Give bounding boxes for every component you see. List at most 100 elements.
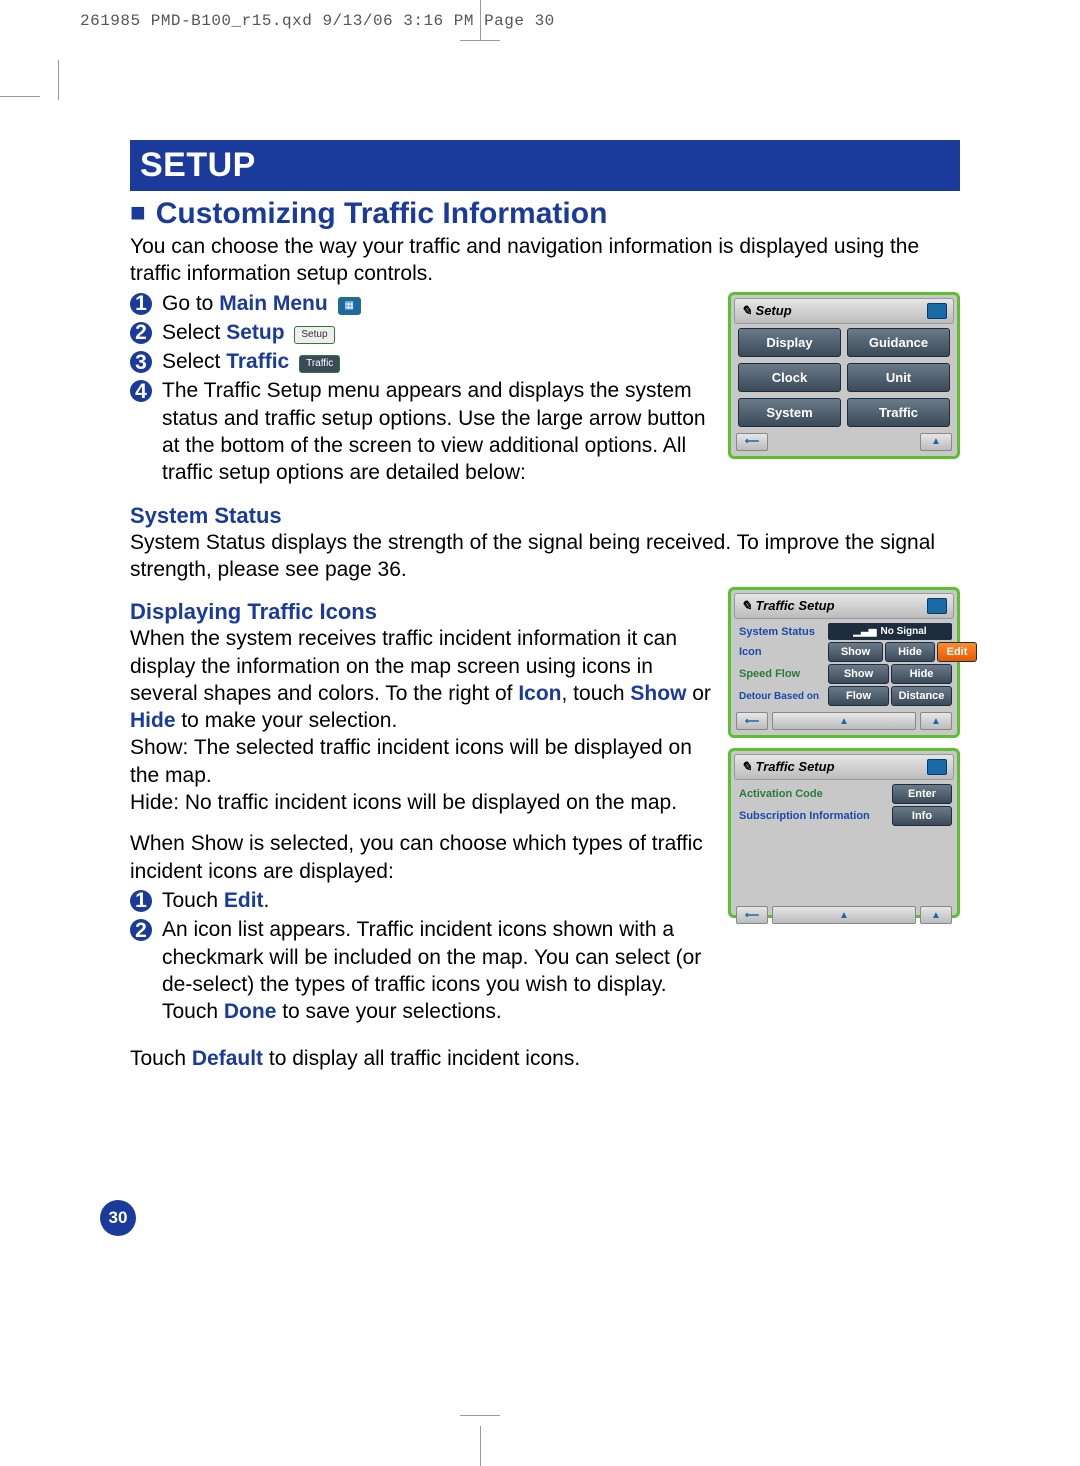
up-arrow-icon[interactable]: ▲	[772, 906, 916, 924]
main-menu-icon: ▦	[338, 297, 361, 315]
back-icon[interactable]: ⟵	[736, 906, 768, 924]
setup-traffic-button[interactable]: Traffic	[847, 398, 950, 427]
menu-icon[interactable]	[927, 303, 947, 319]
show-button[interactable]: Show	[828, 642, 883, 662]
screenshot-setup-menu: ✎ Setup Display Guidance Clock Unit Syst…	[728, 292, 960, 459]
signal-bars-icon: ▁▃▅	[853, 626, 876, 637]
signal-text: No Signal	[880, 626, 926, 637]
step-text: The Traffic Setup menu appears and displ…	[162, 377, 718, 486]
back-icon[interactable]: ⟵	[736, 712, 768, 730]
up-arrow-icon[interactable]: ▲	[920, 433, 952, 451]
text: Touch	[130, 1047, 192, 1070]
label: System Status	[736, 626, 826, 638]
screenshot-footer: ⟵ ▲ ▲	[734, 904, 954, 926]
setup-clock-button[interactable]: Clock	[738, 363, 841, 392]
text: .	[264, 889, 270, 912]
traffic-link: Traffic	[226, 350, 289, 373]
wrench-icon: ✎	[741, 759, 752, 774]
step-number-icon: 1	[130, 890, 152, 912]
text: to display all traffic incident icons.	[263, 1047, 580, 1070]
system-status-paragraph: System Status displays the strength of t…	[130, 529, 960, 584]
hide-button[interactable]: Hide	[885, 642, 935, 662]
screenshot-traffic-setup-1: ✎ Traffic Setup System Status ▁▃▅ No Sign…	[728, 587, 960, 738]
screenshot-column: ✎ Traffic Setup System Status ▁▃▅ No Sign…	[728, 587, 960, 918]
text: Touch	[162, 889, 224, 912]
label: Activation Code	[736, 788, 890, 800]
cropmark	[460, 1415, 500, 1416]
step-text: Go to	[162, 292, 219, 315]
setup-system-button[interactable]: System	[738, 398, 841, 427]
label: Icon	[736, 646, 826, 658]
row-detour: Detour Based on Flow Distance	[736, 686, 952, 706]
screenshot-title: Traffic Setup	[756, 759, 835, 774]
square-bullet-icon: ■	[130, 197, 146, 227]
label: Speed Flow	[736, 668, 826, 680]
cropmark	[0, 96, 40, 97]
step-number-icon: 3	[130, 351, 152, 373]
default-paragraph: Touch Default to display all traffic inc…	[130, 1045, 960, 1072]
label: Subscription Information	[736, 810, 890, 822]
section-banner: SETUP	[130, 140, 960, 191]
up-arrow-icon[interactable]: ▲	[920, 712, 952, 730]
screenshot-footer: ⟵ ▲	[734, 431, 954, 453]
text: to save your selections.	[276, 1000, 501, 1023]
screenshot-footer: ⟵ ▲ ▲	[734, 710, 954, 732]
icon-link: Icon	[518, 682, 561, 705]
default-link: Default	[192, 1047, 263, 1070]
traffic-icon: Traffic	[299, 355, 340, 373]
distance-button[interactable]: Distance	[891, 686, 952, 706]
screenshot-traffic-setup-2: ✎ Traffic Setup Activation Code Enter Su…	[728, 748, 960, 918]
hide-button[interactable]: Hide	[891, 664, 952, 684]
page-heading: ■Customizing Traffic Information	[130, 197, 960, 231]
step-number-icon: 4	[130, 380, 152, 402]
flow-button[interactable]: Flow	[828, 686, 889, 706]
setup-guidance-button[interactable]: Guidance	[847, 328, 950, 357]
step-1: 1 Go to Main Menu ▦	[130, 290, 718, 317]
step-text: Select	[162, 321, 226, 344]
screenshot-title-bar: ✎ Traffic Setup	[734, 593, 954, 619]
back-icon[interactable]: ⟵	[736, 433, 768, 451]
setup-icon: Setup	[294, 326, 334, 344]
print-slugline: 261985 PMD-B100_r15.qxd 9/13/06 3:16 PM …	[80, 12, 555, 30]
text: or	[686, 682, 711, 705]
page-number: 30	[100, 1200, 136, 1236]
step-number-icon: 1	[130, 293, 152, 315]
setup-display-button[interactable]: Display	[738, 328, 841, 357]
setup-link: Setup	[226, 321, 284, 344]
edit-link: Edit	[224, 889, 264, 912]
step-text: Select	[162, 350, 226, 373]
text: An icon list appears. Traffic incident i…	[162, 916, 718, 998]
cropmark	[480, 0, 481, 40]
page-content: SETUP ■Customizing Traffic Information Y…	[130, 140, 960, 1073]
done-link: Done	[224, 1000, 277, 1023]
up-arrow-icon[interactable]: ▲	[772, 712, 916, 730]
screenshot-title: Setup	[756, 303, 792, 318]
row-system-status: System Status ▁▃▅ No Signal	[736, 623, 952, 640]
step-3: 3 Select Traffic Traffic	[130, 348, 718, 375]
main-menu-link: Main Menu	[219, 292, 328, 315]
up-arrow-icon[interactable]: ▲	[920, 906, 952, 924]
subheading-system-status: System Status	[130, 503, 960, 529]
screenshot-body: Activation Code Enter Subscription Infor…	[734, 780, 954, 828]
edit-button[interactable]: Edit	[937, 642, 977, 662]
setup-unit-button[interactable]: Unit	[847, 363, 950, 392]
text: , touch	[562, 682, 631, 705]
row-activation: Activation Code Enter	[736, 784, 952, 804]
hide-link: Hide	[130, 709, 176, 732]
show-button[interactable]: Show	[828, 664, 889, 684]
wrench-icon: ✎	[741, 303, 752, 318]
intro-paragraph: You can choose the way your traffic and …	[130, 233, 960, 288]
wrench-icon: ✎	[741, 598, 752, 613]
row-subscription: Subscription Information Info	[736, 806, 952, 826]
step-number-icon: 2	[130, 919, 152, 941]
row-icon: Icon Show Hide Edit	[736, 642, 952, 662]
menu-icon[interactable]	[927, 759, 947, 775]
screenshot-body: System Status ▁▃▅ No Signal Icon Show Hid…	[734, 619, 954, 710]
enter-button[interactable]: Enter	[892, 784, 952, 804]
edit-step-2: 2 An icon list appears. Traffic incident…	[130, 916, 718, 1025]
cropmark	[58, 60, 59, 100]
step-number-icon: 2	[130, 322, 152, 344]
menu-icon[interactable]	[927, 598, 947, 614]
info-button[interactable]: Info	[892, 806, 952, 826]
show-link: Show	[630, 682, 686, 705]
